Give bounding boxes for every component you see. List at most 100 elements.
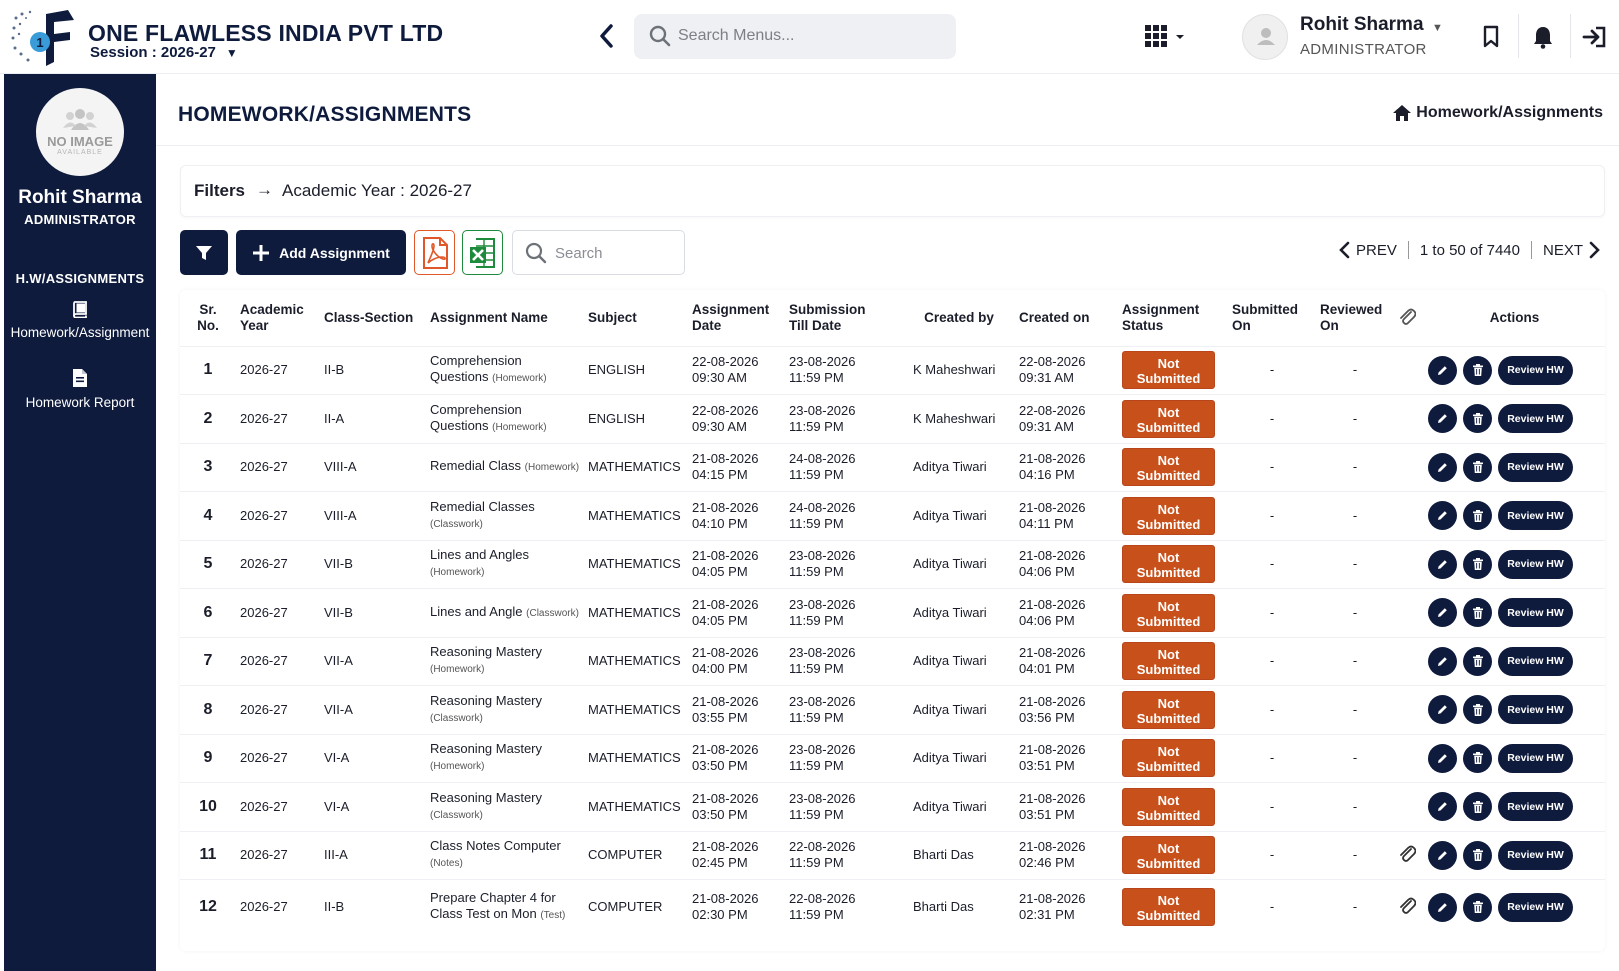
delete-button[interactable] (1463, 598, 1492, 628)
company-name: ONE FLAWLESS INDIA PVT LTD (88, 20, 444, 46)
cell-assignment-status: Not Submitted (1118, 830, 1228, 880)
review-hw-button[interactable]: Review HW (1498, 355, 1573, 385)
filter-button[interactable] (180, 230, 228, 275)
cell-sr-no: 2 (180, 394, 236, 443)
add-assignment-button[interactable]: Add Assignment (236, 230, 406, 275)
cell-created-on: 21-08-2026 03:51 PM (1015, 782, 1118, 831)
review-hw-button[interactable]: Review HW (1498, 598, 1573, 628)
assignment-type: (Classwork) (430, 712, 483, 724)
delete-button[interactable] (1463, 792, 1492, 822)
filters-label: Filters (194, 181, 246, 200)
cell-subject: MATHEMATICS (584, 442, 688, 492)
cell-submitted-on: - (1228, 782, 1316, 831)
list-search-input[interactable] (555, 240, 675, 266)
pencil-icon (1438, 850, 1447, 860)
cell-reviewed-on: - (1316, 345, 1394, 395)
delete-button[interactable] (1463, 743, 1492, 773)
export-pdf-button[interactable] (414, 230, 455, 275)
assignment-title: Remedial Classes (430, 498, 535, 514)
table-row: 12 2026-27 II-B Prepare Chapter 4 for Cl… (180, 879, 1605, 935)
notifications-button[interactable] (1526, 20, 1560, 54)
cell-attachment (1394, 345, 1424, 395)
edit-button[interactable] (1428, 792, 1457, 822)
user-avatar[interactable] (1242, 14, 1288, 60)
table-header-row: Sr. No. Academic Year Class-Section Assign… (180, 290, 1605, 346)
status-badge: Not Submitted (1122, 787, 1215, 826)
chevron-right-icon (1589, 241, 1600, 259)
table-row: 4 2026-27 VIII-A Remedial Classes (Class… (180, 491, 1605, 540)
document-icon (73, 369, 87, 387)
cell-submitted-on: - (1228, 491, 1316, 540)
review-hw-button[interactable]: Review HW (1498, 743, 1573, 773)
divider (1570, 14, 1571, 58)
apps-menu-button[interactable] (1144, 24, 1188, 50)
user-name[interactable]: Rohit Sharma (1300, 14, 1424, 36)
cell-attachment (1394, 588, 1424, 637)
delete-button[interactable] (1463, 355, 1492, 385)
cell-assignment-status: Not Submitted (1118, 685, 1228, 734)
delete-button[interactable] (1463, 452, 1492, 482)
edit-button[interactable] (1428, 892, 1457, 922)
delete-button[interactable] (1463, 501, 1492, 531)
edit-button[interactable] (1428, 501, 1457, 531)
delete-button[interactable] (1463, 840, 1492, 870)
delete-button[interactable] (1463, 892, 1492, 922)
edit-button[interactable] (1428, 598, 1457, 628)
cell-reviewed-on: - (1316, 539, 1394, 589)
user-role: ADMINISTRATOR (1300, 41, 1427, 58)
edit-button[interactable] (1428, 452, 1457, 482)
delete-button[interactable] (1463, 646, 1492, 676)
status-badge: Not Submitted (1122, 448, 1215, 487)
assignment-type: (Classwork) (526, 607, 579, 619)
paperclip-icon[interactable] (1398, 895, 1417, 915)
cell-subject: MATHEMATICS (584, 636, 688, 686)
col-submission-date: Submission Till Date (789, 301, 866, 333)
review-hw-button[interactable]: Review HW (1498, 695, 1573, 725)
breadcrumb[interactable]: Homework/Assignments (1392, 104, 1603, 122)
review-hw-button[interactable]: Review HW (1498, 646, 1573, 676)
review-hw-button[interactable]: Review HW (1498, 404, 1573, 434)
cell-assignment-status: Not Submitted (1118, 782, 1228, 831)
col-subject: Subject (588, 309, 637, 325)
next-page-button[interactable]: NEXT (1543, 241, 1601, 259)
collapse-sidebar-button[interactable] (596, 22, 620, 50)
sidebar-item-homework-report[interactable]: Homework Report (4, 368, 156, 412)
edit-button[interactable] (1428, 646, 1457, 676)
chevron-down-icon[interactable]: ▼ (1432, 22, 1443, 34)
review-hw-button[interactable]: Review HW (1498, 549, 1573, 579)
cell-sr-no: 9 (180, 733, 236, 783)
prev-page-button[interactable]: PREV (1338, 241, 1397, 259)
review-hw-button[interactable]: Review HW (1498, 892, 1573, 922)
delete-button[interactable] (1463, 549, 1492, 579)
edit-button[interactable] (1428, 840, 1457, 870)
edit-button[interactable] (1428, 549, 1457, 579)
sidebar-item-homework-assignment[interactable]: Homework/Assignment (4, 300, 156, 342)
table-row: 11 2026-27 III-A Class Notes Computer (N… (180, 830, 1605, 880)
trash-icon (1472, 364, 1483, 377)
paperclip-icon[interactable] (1398, 843, 1417, 863)
edit-button[interactable] (1428, 695, 1457, 725)
review-hw-button[interactable]: Review HW (1498, 501, 1573, 531)
cell-academic-year: 2026-27 (236, 830, 320, 880)
edit-button[interactable] (1428, 355, 1457, 385)
home-icon (1393, 105, 1412, 121)
menu-search-input[interactable] (678, 22, 948, 50)
bookmark-button[interactable] (1474, 20, 1508, 54)
export-excel-button[interactable] (462, 230, 503, 275)
session-selector[interactable]: Session : 2026-27 ▼ (90, 44, 238, 61)
edit-button[interactable] (1428, 404, 1457, 434)
session-label: Session : 2026-27 (90, 44, 216, 61)
cell-actions: Review HW (1424, 588, 1605, 637)
cell-attachment (1394, 782, 1424, 831)
review-hw-button[interactable]: Review HW (1498, 840, 1573, 870)
delete-button[interactable] (1463, 695, 1492, 725)
cell-sr-no: 7 (180, 636, 236, 686)
edit-button[interactable] (1428, 743, 1457, 773)
logout-button[interactable] (1578, 20, 1612, 54)
sidebar-avatar: NO IMAGE AVAILABLE (36, 88, 124, 176)
review-hw-button[interactable]: Review HW (1498, 792, 1573, 822)
cell-reviewed-on: - (1316, 394, 1394, 443)
pencil-icon (1438, 753, 1447, 763)
delete-button[interactable] (1463, 404, 1492, 434)
review-hw-button[interactable]: Review HW (1498, 452, 1573, 482)
